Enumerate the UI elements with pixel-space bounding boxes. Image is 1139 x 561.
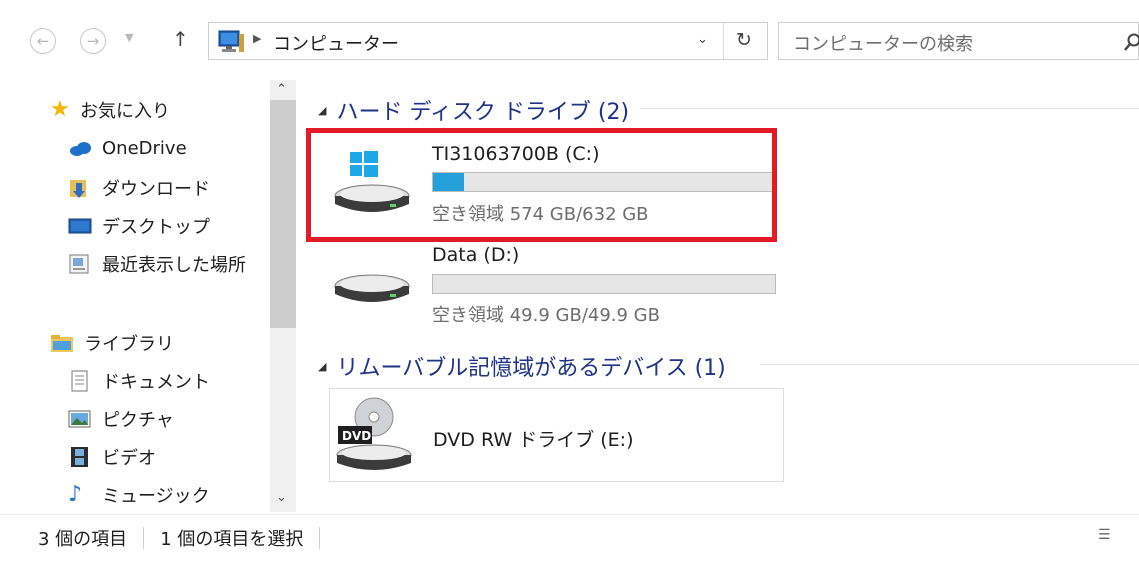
address-dropdown-icon[interactable]: ⌄ [697, 32, 708, 47]
computer-icon [217, 30, 245, 54]
drive-free-space: 空き領域 49.9 GB/49.9 GB [432, 301, 660, 327]
search-input[interactable]: コンピューターの検索 [793, 30, 973, 56]
scroll-down-icon[interactable]: ⌄ [276, 490, 287, 505]
nav-scrollbar-thumb[interactable] [270, 100, 296, 328]
nav-item-downloads[interactable]: ダウンロード [68, 175, 210, 201]
status-divider [319, 527, 320, 549]
nav-item-label: OneDrive [102, 138, 187, 159]
drive-icon [332, 264, 412, 314]
nav-item-recent-places[interactable]: 最近表示した場所 [68, 251, 246, 277]
nav-item-label: デスクトップ [102, 213, 210, 239]
download-folder-icon [68, 177, 94, 199]
group-title: ハード ディスク ドライブ (2) [336, 94, 629, 126]
group-title: リムーバブル記憶域があるデバイス (1) [336, 350, 725, 382]
nav-favorites-label: お気に入り [80, 97, 170, 123]
recent-locations-button[interactable]: ▼ [125, 31, 133, 44]
music-note-icon: ♪ [68, 484, 94, 506]
nav-item-label: ピクチャ [102, 406, 174, 432]
recent-places-icon [68, 253, 94, 275]
star-icon: ★ [50, 99, 72, 121]
divider [723, 23, 724, 59]
nav-item-music[interactable]: ♪ ミュージック [68, 482, 210, 508]
address-bar[interactable]: ▶ コンピューター ⌄ ↻ [208, 22, 768, 60]
search-box[interactable]: コンピューターの検索 [778, 22, 1139, 60]
group-divider [760, 364, 1139, 365]
nav-item-label: 最近表示した場所 [102, 251, 246, 277]
address-path[interactable]: コンピューター [273, 30, 399, 56]
selection-highlight-box [306, 128, 777, 242]
back-button[interactable]: ← [30, 28, 56, 54]
search-icon[interactable] [1123, 33, 1139, 53]
up-button[interactable]: ↑ [172, 27, 189, 51]
arrow-up-icon: ↑ [172, 27, 189, 51]
collapse-triangle-icon[interactable]: ◢ [318, 360, 326, 373]
dvd-badge: DVD [342, 429, 371, 443]
nav-item-desktop[interactable]: デスクトップ [68, 213, 210, 239]
drive-item-d[interactable]: Data (D:) 空き領域 49.9 GB/49.9 GB [330, 244, 780, 330]
desktop-icon [68, 215, 94, 237]
group-header-hard-disks[interactable]: ◢ ハード ディスク ドライブ (2) [318, 94, 629, 126]
film-icon [68, 446, 94, 468]
group-header-removable[interactable]: ◢ リムーバブル記憶域があるデバイス (1) [318, 350, 726, 382]
nav-item-onedrive[interactable]: OneDrive [68, 137, 187, 159]
group-divider [640, 108, 1139, 109]
nav-item-videos[interactable]: ビデオ [68, 444, 156, 470]
arrow-right-icon: → [87, 32, 100, 50]
item-count: 3 個の項目 [38, 525, 127, 551]
selection-count: 1 個の項目を選択 [160, 525, 303, 551]
document-icon [68, 370, 94, 392]
refresh-icon[interactable]: ↻ [736, 29, 752, 51]
nav-item-label: ドキュメント [102, 368, 210, 394]
nav-item-label: ビデオ [102, 444, 156, 470]
scroll-up-icon[interactable]: ⌃ [276, 82, 287, 97]
arrow-left-icon: ← [37, 32, 50, 50]
status-divider [143, 527, 144, 549]
toolbar: ← → ▼ ↑ ▶ コンピューター ⌄ ↻ コンピューターの検索 [0, 0, 1139, 80]
collapse-triangle-icon[interactable]: ◢ [318, 104, 326, 117]
nav-item-documents[interactable]: ドキュメント [68, 368, 210, 394]
drive-name: Data (D:) [432, 244, 519, 266]
nav-libraries[interactable]: ライブラリ [50, 330, 174, 356]
library-folder-icon [50, 332, 76, 354]
picture-icon [68, 408, 94, 430]
chevron-right-icon: ▶ [253, 32, 261, 45]
cloud-icon [68, 137, 94, 159]
drive-name: DVD RW ドライブ (E:) [433, 425, 634, 452]
nav-item-label: ミュージック [102, 482, 210, 508]
chevron-down-icon: ▼ [125, 31, 133, 44]
nav-libraries-label: ライブラリ [84, 330, 174, 356]
drive-item-e[interactable]: DVD DVD RW ドライブ (E:) [329, 388, 784, 482]
status-bar: 3 個の項目 1 個の項目を選択 ☰ [0, 514, 1139, 561]
forward-button[interactable]: → [80, 28, 106, 54]
drive-usage-bar [432, 274, 776, 294]
nav-item-label: ダウンロード [102, 175, 210, 201]
details-view-icon[interactable]: ☰ [1098, 527, 1111, 543]
nav-item-pictures[interactable]: ピクチャ [68, 406, 174, 432]
nav-favorites[interactable]: ★ お気に入り [50, 97, 170, 123]
